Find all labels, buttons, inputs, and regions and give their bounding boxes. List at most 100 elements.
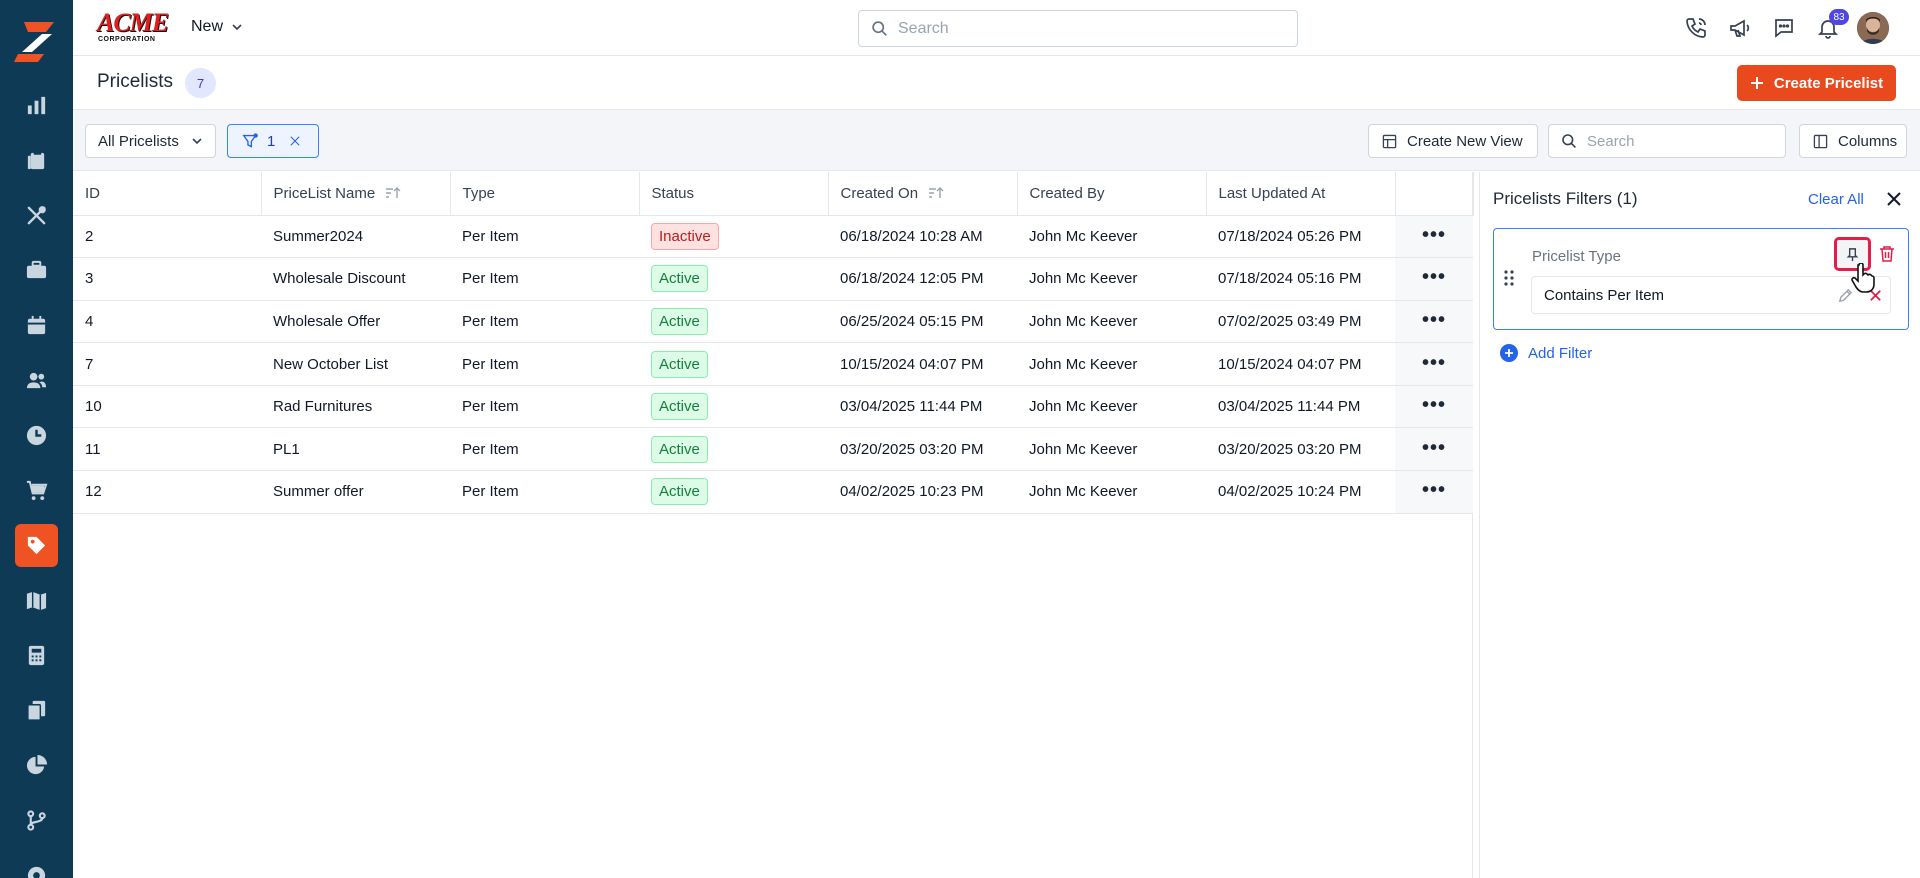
filter-icon — [242, 132, 258, 148]
cell-name[interactable]: Summer offer — [261, 470, 450, 514]
announcements-button[interactable] — [1725, 13, 1755, 43]
topbar: ACME CORPORATION New 83 — [73, 0, 1920, 56]
sidebar-item-reports[interactable] — [15, 744, 58, 787]
table-row[interactable]: 7 New October List Per Item Active 10/15… — [73, 342, 1473, 386]
app-logo-icon[interactable] — [14, 18, 58, 62]
map-icon — [26, 591, 47, 611]
cell-type: Per Item — [450, 470, 639, 514]
cell-name[interactable]: Rad Furnitures — [261, 385, 450, 429]
table-row[interactable]: 3 Wholesale Discount Per Item Active 06/… — [73, 257, 1473, 301]
cell-name[interactable]: New October List — [261, 342, 450, 386]
sidebar-item-store[interactable] — [15, 469, 58, 512]
more-options-icon[interactable]: ••• — [1422, 479, 1446, 501]
cell-created-by: John Mc Keever — [1017, 300, 1206, 344]
chat-button[interactable] — [1769, 13, 1799, 43]
global-search[interactable] — [858, 10, 1298, 47]
list-toolbar: All Pricelists 1 Create New View Columns — [73, 110, 1920, 171]
list-search[interactable] — [1548, 124, 1786, 158]
row-actions: ••• — [1395, 385, 1473, 429]
cell-status: Active — [639, 470, 828, 514]
filter-value-field[interactable]: Contains Per Item — [1531, 276, 1891, 314]
cell-name[interactable]: Wholesale Discount — [261, 257, 450, 301]
cell-status: Active — [639, 427, 828, 472]
pie-chart-icon — [26, 754, 48, 775]
column-header-created-by[interactable]: Created By — [1017, 172, 1207, 216]
new-menu-button[interactable]: New — [191, 18, 243, 36]
sidebar-item-timesheets[interactable] — [15, 414, 58, 457]
column-header-name[interactable]: PriceList Name — [261, 172, 451, 216]
list-search-input[interactable] — [1587, 132, 1777, 150]
sidebar-item-customers[interactable] — [15, 359, 58, 402]
view-selector[interactable]: All Pricelists — [85, 124, 216, 158]
clear-all-filters-link[interactable]: Clear All — [1808, 191, 1864, 208]
add-filter-button[interactable]: Add Filter — [1500, 344, 1592, 362]
cell-name[interactable]: PL1 — [261, 427, 450, 472]
sidebar-item-pricelists[interactable] — [15, 524, 58, 567]
clipboard-icon — [27, 150, 45, 170]
table-row[interactable]: 2 Summer2024 Per Item Inactive 06/18/202… — [73, 215, 1473, 259]
sidebar-item-calendar[interactable] — [15, 304, 58, 347]
cell-type: Per Item — [450, 257, 639, 301]
page-title: Pricelists — [97, 71, 174, 92]
pricelists-table: ID PriceList Name Type Status Created On… — [73, 172, 1474, 878]
columns-button[interactable]: Columns — [1799, 124, 1907, 158]
table-row[interactable]: 12 Summer offer Per Item Active 04/02/20… — [73, 470, 1473, 514]
cell-type: Per Item — [450, 427, 639, 472]
cell-name[interactable]: Wholesale Offer — [261, 300, 450, 344]
cell-type: Per Item — [450, 385, 639, 429]
column-header-last-updated[interactable]: Last Updated At — [1206, 172, 1396, 216]
user-avatar[interactable] — [1857, 12, 1889, 44]
more-options-icon[interactable]: ••• — [1422, 309, 1446, 331]
branch-icon — [27, 810, 46, 831]
column-header-type[interactable]: Type — [450, 172, 640, 216]
more-options-icon[interactable]: ••• — [1422, 394, 1446, 416]
cell-id: 4 — [73, 300, 261, 344]
notifications-button[interactable]: 83 — [1813, 9, 1849, 43]
sidebar-item-map[interactable] — [15, 579, 58, 622]
cell-name[interactable]: Summer2024 — [261, 215, 450, 259]
drag-handle-icon[interactable] — [1502, 269, 1516, 287]
cell-id: 3 — [73, 257, 261, 301]
more-options-icon[interactable]: ••• — [1422, 224, 1446, 246]
cell-status: Inactive — [639, 215, 828, 259]
sidebar-item-settings[interactable] — [15, 854, 58, 878]
sidebar-item-estimates[interactable] — [15, 634, 58, 677]
company-logo[interactable]: ACME CORPORATION — [97, 10, 169, 44]
chart-icon — [27, 96, 46, 115]
new-menu-label: New — [191, 18, 224, 35]
filters-panel: Pricelists Filters (1) Clear All Priceli… — [1479, 172, 1920, 878]
create-pricelist-button[interactable]: Create Pricelist — [1737, 65, 1896, 101]
sidebar-item-jobs[interactable] — [15, 139, 58, 182]
column-header-created-on[interactable]: Created On — [828, 172, 1018, 216]
more-options-icon[interactable]: ••• — [1422, 437, 1446, 459]
cell-type: Per Item — [450, 342, 639, 386]
column-header-status[interactable]: Status — [639, 172, 829, 216]
cell-status: Active — [639, 385, 828, 429]
sidebar-item-documents[interactable] — [15, 689, 58, 732]
table-row[interactable]: 4 Wholesale Offer Per Item Active 06/25/… — [73, 300, 1473, 344]
more-options-icon[interactable]: ••• — [1422, 266, 1446, 288]
more-options-icon[interactable]: ••• — [1422, 352, 1446, 374]
status-badge: Active — [651, 307, 708, 335]
close-icon[interactable] — [289, 135, 301, 147]
sidebar-item-analytics[interactable] — [15, 84, 58, 127]
active-filter-chip[interactable]: 1 — [227, 124, 319, 158]
cell-last-updated: 10/15/2024 04:07 PM — [1206, 342, 1395, 386]
table-row[interactable]: 11 PL1 Per Item Active 03/20/2025 03:20 … — [73, 427, 1473, 472]
sidebar-item-workflows[interactable] — [15, 799, 58, 842]
trash-icon[interactable] — [1878, 245, 1896, 263]
phone-button[interactable] — [1681, 13, 1711, 43]
sort-icon[interactable] — [385, 186, 401, 200]
cell-created-by: John Mc Keever — [1017, 257, 1206, 301]
column-header-id[interactable]: ID — [73, 172, 262, 216]
sidebar-item-services[interactable] — [15, 194, 58, 237]
status-badge: Active — [651, 350, 708, 378]
close-icon[interactable] — [1885, 190, 1903, 208]
sidebar-item-projects[interactable] — [15, 249, 58, 292]
global-search-input[interactable] — [898, 19, 1258, 38]
cell-last-updated: 03/04/2025 11:44 PM — [1206, 385, 1395, 429]
columns-label: Columns — [1838, 132, 1898, 150]
create-new-view-button[interactable]: Create New View — [1368, 124, 1538, 158]
table-row[interactable]: 10 Rad Furnitures Per Item Active 03/04/… — [73, 385, 1473, 429]
sort-icon[interactable] — [928, 186, 944, 200]
